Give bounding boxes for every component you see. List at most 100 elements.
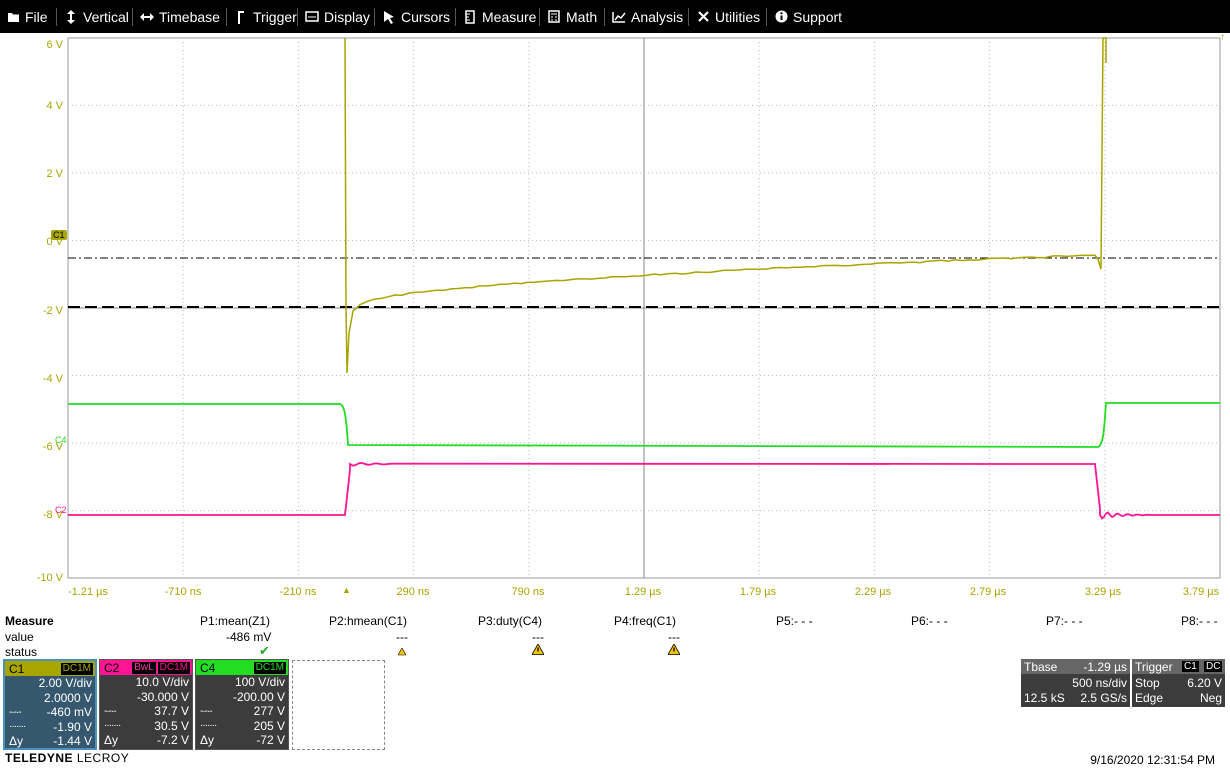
trigger-slope: Neg (1200, 691, 1222, 705)
x-tick-label: 1.79 µs (740, 586, 776, 598)
cursor-icon (382, 10, 396, 24)
cursor2-symbol: ······· (200, 720, 216, 731)
channel-c1-box[interactable]: C1 DC1M 2.00 V/div 2.0000 V -·-·- -460 mV… (3, 659, 97, 750)
x-tick-label: -710 ns (165, 586, 202, 598)
menu-trigger-label: Trigger (253, 9, 297, 25)
channel-c4-coupling: DC1M (254, 662, 286, 674)
measure-row-label-value: value (5, 630, 34, 644)
menu-display-label: Display (324, 9, 370, 25)
menu-support[interactable]: Support (774, 0, 842, 33)
x-tick-label: -1.21 µs (68, 586, 108, 598)
channel-c2-dy-row: Δy -7.2 V (100, 733, 192, 748)
measure-table[interactable]: Measure value status P1:mean(Z1) -486 mV… (0, 614, 1230, 660)
trigger-source: C1 (1182, 661, 1199, 672)
channel-c1-offset-row: 2.0000 V (5, 691, 95, 706)
channel-c2-offset: -30.000 V (137, 690, 189, 704)
x-tick-label: 2.79 µs (970, 586, 1006, 598)
trigger-icon (234, 10, 248, 24)
channel-c2-dy: -7.2 V (157, 733, 189, 747)
c2-level-marker[interactable]: C2 (55, 505, 67, 515)
menu-display[interactable]: Display (305, 0, 370, 33)
menu-analysis[interactable]: Analysis (612, 0, 683, 33)
menu-cursors[interactable]: Cursors (382, 0, 450, 33)
channel-c4-box[interactable]: C4 DC1M 100 V/div -200.00 V -·-·- 277 V ·… (195, 659, 289, 750)
channel-c4-vdiv: 100 V/div (235, 675, 285, 689)
param-p3-value: --- (532, 630, 544, 644)
menu-math[interactable]: Math (547, 0, 597, 33)
empty-channel-slot[interactable] (292, 660, 385, 750)
param-p8-name[interactable]: P8:- - - (1181, 614, 1218, 628)
param-p2-name[interactable]: P2:hmean(C1) (329, 614, 407, 628)
menu-file-label: File (25, 9, 48, 25)
trigger-box[interactable]: Trigger C1 DC Stop 6.20 V Edge Neg (1132, 659, 1225, 707)
timebase-box[interactable]: Tbase -1.29 µs 500 ns/div 12.5 kS 2.5 GS… (1021, 659, 1130, 707)
channel-c2-box[interactable]: C2 BwL DC1M 10.0 V/div -30.000 V -·-·- 37… (99, 659, 193, 750)
param-p2-value: --- (396, 630, 408, 644)
analysis-icon (612, 10, 626, 24)
cursor1-symbol: -·-·- (104, 706, 116, 717)
param-p1-name[interactable]: P1:mean(Z1) (200, 614, 270, 628)
delta-y-symbol: Δy (9, 734, 23, 748)
x-tick-label: 1.29 µs (625, 586, 661, 598)
channel-c4-name: C4 (200, 661, 215, 675)
channel-c4-dy-row: Δy -72 V (196, 733, 288, 748)
timebase-samples: 12.5 kS (1024, 691, 1065, 705)
warning-icon (398, 645, 406, 659)
param-p5-name[interactable]: P5:- - - (776, 614, 813, 628)
channel-c1-name: C1 (9, 662, 24, 676)
channel-c2-cursor2: 30.5 V (154, 719, 189, 733)
menu-separator (374, 8, 375, 26)
delta-y-symbol: Δy (104, 733, 118, 747)
brand-name: TELEDYNE (5, 751, 73, 765)
folder-icon (6, 10, 20, 24)
menu-support-label: Support (793, 9, 842, 25)
c4-level-marker[interactable]: C4 (55, 435, 67, 445)
menu-measure[interactable]: Measure (463, 0, 536, 33)
menu-bar: File Vertical Timebase Trigger Display C… (0, 0, 1230, 33)
channel-c4-cursor1: 277 V (254, 704, 285, 718)
x-tick-label: 3.79 µs (1183, 586, 1219, 598)
c1-level-marker[interactable]: C1 (51, 230, 67, 240)
param-p6-name[interactable]: P6:- - - (911, 614, 948, 628)
channel-c2-offset-row: -30.000 V (100, 690, 192, 705)
channel-c2-cursor1: 37.7 V (154, 704, 189, 718)
timebase-label: Tbase (1024, 660, 1057, 674)
waveform-svg (0, 33, 1230, 615)
waveform-grid[interactable]: 6 V 4 V 2 V 0 V -2 V -4 V -6 V -8 V -10 … (0, 33, 1230, 615)
x-tick-label: 290 ns (396, 586, 429, 598)
channel-c1-vdiv: 2.00 V/div (39, 676, 92, 690)
menu-utilities[interactable]: Utilities (696, 0, 760, 33)
param-p4-name[interactable]: P4:freq(C1) (614, 614, 676, 628)
channel-c4-cursor2-row: ······· 205 V (196, 719, 288, 734)
trigger-position-marker[interactable]: ▲ (342, 585, 351, 595)
brand-sub: LECROY (77, 751, 129, 765)
channel-c1-header: C1 DC1M (5, 661, 95, 676)
measure-row-label-status: status (5, 645, 37, 659)
param-p3-name[interactable]: P3:duty(C4) (478, 614, 542, 628)
channel-c4-header: C4 DC1M (196, 660, 288, 675)
menu-vertical[interactable]: Vertical (64, 0, 129, 33)
menu-file[interactable]: File (6, 0, 48, 33)
y-tick-label: -10 V (37, 572, 63, 584)
datetime: 9/16/2020 12:31:54 PM (1090, 753, 1215, 767)
channel-c2-name: C2 (104, 661, 119, 675)
menu-trigger[interactable]: Trigger (234, 0, 297, 33)
x-tick-label: 2.29 µs (855, 586, 891, 598)
x-tick-label: 790 ns (511, 586, 544, 598)
y-tick-label: 6 V (46, 39, 63, 51)
channel-c4-vdiv-row: 100 V/div (196, 675, 288, 690)
trigger-label: Trigger (1135, 660, 1173, 674)
y-tick-label: -4 V (43, 373, 63, 385)
channel-c4-cursor1-row: -·-·- 277 V (196, 704, 288, 719)
menu-separator (56, 8, 57, 26)
channel-c2-cursor2-row: ······· 30.5 V (100, 719, 192, 734)
channel-c1-cursor1-row: -·-·- -460 mV (5, 705, 95, 720)
channel-c1-vdiv-row: 2.00 V/div (5, 676, 95, 691)
trigger-type: Edge (1135, 691, 1163, 705)
menu-timebase[interactable]: Timebase (140, 0, 220, 33)
menu-separator (604, 8, 605, 26)
param-p7-name[interactable]: P7:- - - (1046, 614, 1083, 628)
trigger-level-marker[interactable]: ↑ (1220, 33, 1225, 43)
timebase-rate: 2.5 GS/s (1080, 691, 1127, 705)
channel-c1-dy: -1.44 V (53, 734, 92, 748)
